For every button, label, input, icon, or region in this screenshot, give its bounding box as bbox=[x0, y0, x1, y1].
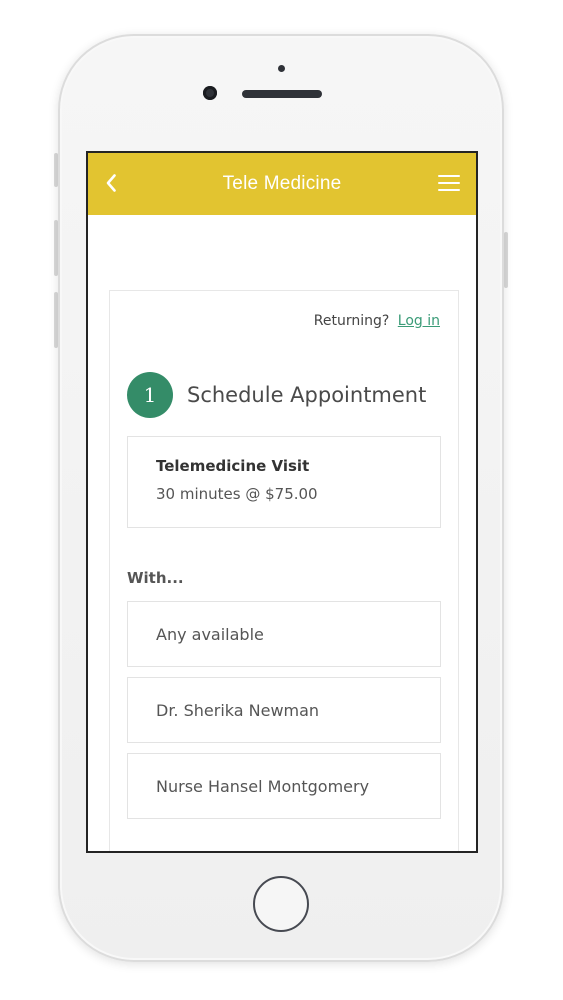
login-prompt: Returning? Log in bbox=[314, 313, 440, 329]
step-header: 1 Schedule Appointment bbox=[127, 372, 426, 418]
provider-list: Any available Dr. Sherika Newman Nurse H… bbox=[127, 601, 441, 829]
provider-option-any[interactable]: Any available bbox=[127, 601, 441, 667]
service-name: Telemedicine Visit bbox=[156, 457, 310, 475]
provider-label: With... bbox=[127, 569, 184, 587]
device-mockup: Tele Medicine Returning? Log in 1 Schedu… bbox=[0, 0, 563, 1000]
service-option[interactable]: Telemedicine Visit 30 minutes @ $75.00 bbox=[127, 436, 441, 528]
hamburger-menu-icon bbox=[438, 175, 462, 191]
front-sensor-dot bbox=[278, 65, 285, 72]
phone-screen: Tele Medicine Returning? Log in 1 Schedu… bbox=[86, 151, 478, 853]
step-title: Schedule Appointment bbox=[187, 383, 427, 407]
menu-button[interactable] bbox=[438, 175, 462, 193]
provider-option-hansel-montgomery[interactable]: Nurse Hansel Montgomery bbox=[127, 753, 441, 819]
home-button bbox=[253, 876, 309, 932]
main-content: Returning? Log in 1 Schedule Appointment… bbox=[88, 215, 476, 851]
provider-option-sherika-newman[interactable]: Dr. Sherika Newman bbox=[127, 677, 441, 743]
login-link[interactable]: Log in bbox=[398, 313, 440, 329]
back-button[interactable] bbox=[100, 171, 124, 195]
front-camera bbox=[203, 86, 217, 100]
appointment-card: Returning? Log in 1 Schedule Appointment… bbox=[109, 290, 459, 851]
service-details: 30 minutes @ $75.00 bbox=[156, 485, 318, 503]
app-header: Tele Medicine bbox=[88, 153, 476, 215]
step-number-badge: 1 bbox=[127, 372, 173, 418]
earpiece-speaker bbox=[242, 90, 322, 98]
page-title: Tele Medicine bbox=[222, 173, 342, 194]
login-prompt-text: Returning? bbox=[313, 313, 390, 329]
chevron-left-icon bbox=[106, 174, 116, 192]
power-button bbox=[504, 232, 508, 288]
